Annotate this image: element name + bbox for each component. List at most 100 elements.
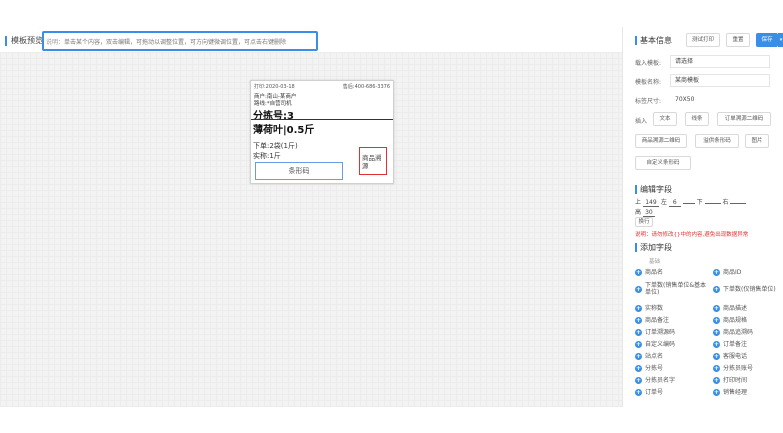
save-dropdown-chevron-icon[interactable]: ▾: [778, 33, 783, 47]
load-template-label: 载入模板:: [635, 60, 662, 67]
field-label: 订单溯源码: [645, 329, 676, 336]
insert-barcode-button[interactable]: 溢供条形码: [695, 134, 739, 148]
top-label: 上: [635, 199, 642, 206]
right-input[interactable]: [730, 203, 747, 204]
test-print-button[interactable]: 测试打印: [686, 33, 720, 47]
section-accent-bar: [635, 185, 637, 194]
field-item[interactable]: + 订单备注: [713, 341, 747, 348]
field-item[interactable]: + 站点名: [635, 353, 663, 360]
add-plus-icon: +: [713, 269, 720, 276]
field-item[interactable]: + 分拣员名字: [635, 377, 675, 384]
add-plus-icon: +: [635, 353, 642, 360]
field-label: 实称数: [645, 305, 664, 312]
top-input[interactable]: 149: [642, 199, 659, 207]
field-label: 打印时间: [723, 377, 748, 384]
label-hotline[interactable]: 售后:400-686-3376: [343, 83, 390, 90]
label-size-value[interactable]: 70X50: [670, 93, 770, 106]
field-label: 商品描述: [723, 305, 748, 312]
field-item[interactable]: + 商品名: [635, 269, 663, 276]
field-label: 商品追溯码: [723, 329, 754, 336]
template-name-input[interactable]: 某商模板: [670, 74, 770, 87]
add-plus-icon: +: [713, 389, 720, 396]
preview-header: 模板预览 说明：单击某个内容，双击编辑，可拖动以调整位置，可方向键微调位置，可点…: [0, 0, 622, 52]
add-plus-icon: +: [635, 269, 642, 276]
basic-info-title-text: 基本信息: [640, 36, 672, 45]
insert-custom-barcode-button[interactable]: 自定义条形码: [635, 156, 691, 170]
field-label: 客服电话: [723, 353, 748, 360]
label-template-editor: 模板预览 说明：单击某个内容，双击编辑，可拖动以调整位置，可方向键微调位置，可点…: [0, 0, 783, 433]
section-accent-bar: [635, 36, 637, 45]
basic-info-title: 基本信息: [635, 35, 672, 46]
field-item[interactable]: + 分拣员账号: [713, 365, 753, 372]
preview-title-bar: 模板预览: [5, 35, 43, 46]
label-product[interactable]: 薄荷叶|0.5斤: [253, 121, 314, 136]
insert-text-button[interactable]: 文本: [653, 112, 677, 126]
page-title: 模板预览: [11, 36, 43, 45]
add-plus-icon: +: [713, 286, 720, 293]
load-template-select[interactable]: 请选择: [670, 55, 770, 68]
insert-label: 插入: [635, 118, 648, 125]
template-name-label: 模板名称:: [635, 79, 662, 86]
add-plus-icon: +: [635, 389, 642, 396]
add-field-title: 添加字段: [635, 242, 672, 253]
bottom-input[interactable]: [704, 203, 721, 204]
label-order-quantity[interactable]: 下单:2袋(1斤): [253, 141, 298, 151]
edit-field-title-text: 编辑字段: [640, 185, 672, 194]
field-label: 站点名: [645, 353, 664, 360]
field-item[interactable]: + 商品描述: [713, 305, 747, 312]
field-label: 销售经理: [723, 389, 748, 396]
title-accent-bar: [5, 35, 7, 46]
field-item[interactable]: + 下单数(仅销售单位): [713, 286, 776, 293]
bottom-label: 下: [696, 199, 703, 206]
data-warning: 说明：请勿修改{}中的内容,避免出现数据异常: [635, 232, 749, 238]
label-route[interactable]: 路线:*自营司机: [254, 99, 292, 107]
label-actual-weight[interactable]: 实称:1斤: [253, 151, 281, 161]
field-item[interactable]: + 商品追溯码: [713, 329, 753, 336]
add-plus-icon: +: [635, 341, 642, 348]
field-item[interactable]: + 销售经理: [713, 389, 747, 396]
add-plus-icon: +: [713, 353, 720, 360]
left-input[interactable]: 6: [668, 199, 681, 207]
field-item[interactable]: + 分拣号: [635, 365, 663, 372]
field-label: 下单数(仅销售单位): [723, 286, 776, 293]
save-button[interactable]: 保存: [756, 33, 778, 47]
field-item[interactable]: + 下单数(销售单位&基本单位): [635, 282, 711, 296]
field-label: 订单号: [645, 389, 664, 396]
field-item[interactable]: + 客服电话: [713, 353, 747, 360]
label-barcode[interactable]: 条形码: [255, 162, 343, 180]
wrap-toggle-button[interactable]: 换行: [635, 217, 653, 227]
properties-panel: 基本信息 测试打印 重置 保存 ▾ 载入模板: 请选择 模板名称: 某商模板 标…: [622, 27, 783, 407]
height-label: 高: [635, 209, 642, 216]
label-preview[interactable]: 打印:2020-03-18 售后:400-686-3376 商户:南山-某商户 …: [250, 80, 394, 184]
add-plus-icon: +: [635, 317, 642, 324]
field-item[interactable]: + 商品规格: [713, 317, 747, 324]
field-item[interactable]: + 打印时间: [713, 377, 747, 384]
left-input-tail[interactable]: [682, 203, 695, 204]
label-trace-qrcode[interactable]: 商品溯源: [359, 147, 387, 175]
reset-button[interactable]: 重置: [726, 33, 750, 47]
field-label: 商品备注: [645, 317, 670, 324]
section-accent-bar: [635, 243, 637, 252]
add-field-title-text: 添加字段: [640, 243, 672, 252]
add-plus-icon: +: [635, 305, 642, 312]
field-item[interactable]: + 商品备注: [635, 317, 669, 324]
field-label: 分拣员账号: [723, 365, 754, 372]
hint-text: 单击某个内容，双击编辑，可拖动以调整位置，可方向键微调位置，可点击右键删除: [64, 39, 287, 46]
height-row: 高 30: [635, 207, 655, 217]
height-input[interactable]: 30: [642, 209, 655, 217]
field-label: 分拣员名字: [645, 377, 676, 384]
field-label: 订单备注: [723, 341, 748, 348]
field-item[interactable]: + 商品ID: [713, 269, 741, 276]
insert-line-button[interactable]: 线条: [685, 112, 709, 126]
add-plus-icon: +: [713, 329, 720, 336]
field-item[interactable]: + 订单溯源码: [635, 329, 675, 336]
insert-product-trace-qrcode-button[interactable]: 商品溯源二维码: [635, 134, 687, 148]
field-item[interactable]: + 自定义编码: [635, 341, 675, 348]
insert-order-trace-qrcode-button[interactable]: 订单溯源二维码: [717, 112, 771, 126]
label-print-time[interactable]: 打印:2020-03-18: [254, 83, 295, 90]
field-item[interactable]: + 订单号: [635, 389, 663, 396]
add-plus-icon: +: [713, 377, 720, 384]
label-divider-line[interactable]: [251, 119, 393, 120]
field-item[interactable]: + 实称数: [635, 305, 663, 312]
insert-image-button[interactable]: 图片: [745, 134, 769, 148]
